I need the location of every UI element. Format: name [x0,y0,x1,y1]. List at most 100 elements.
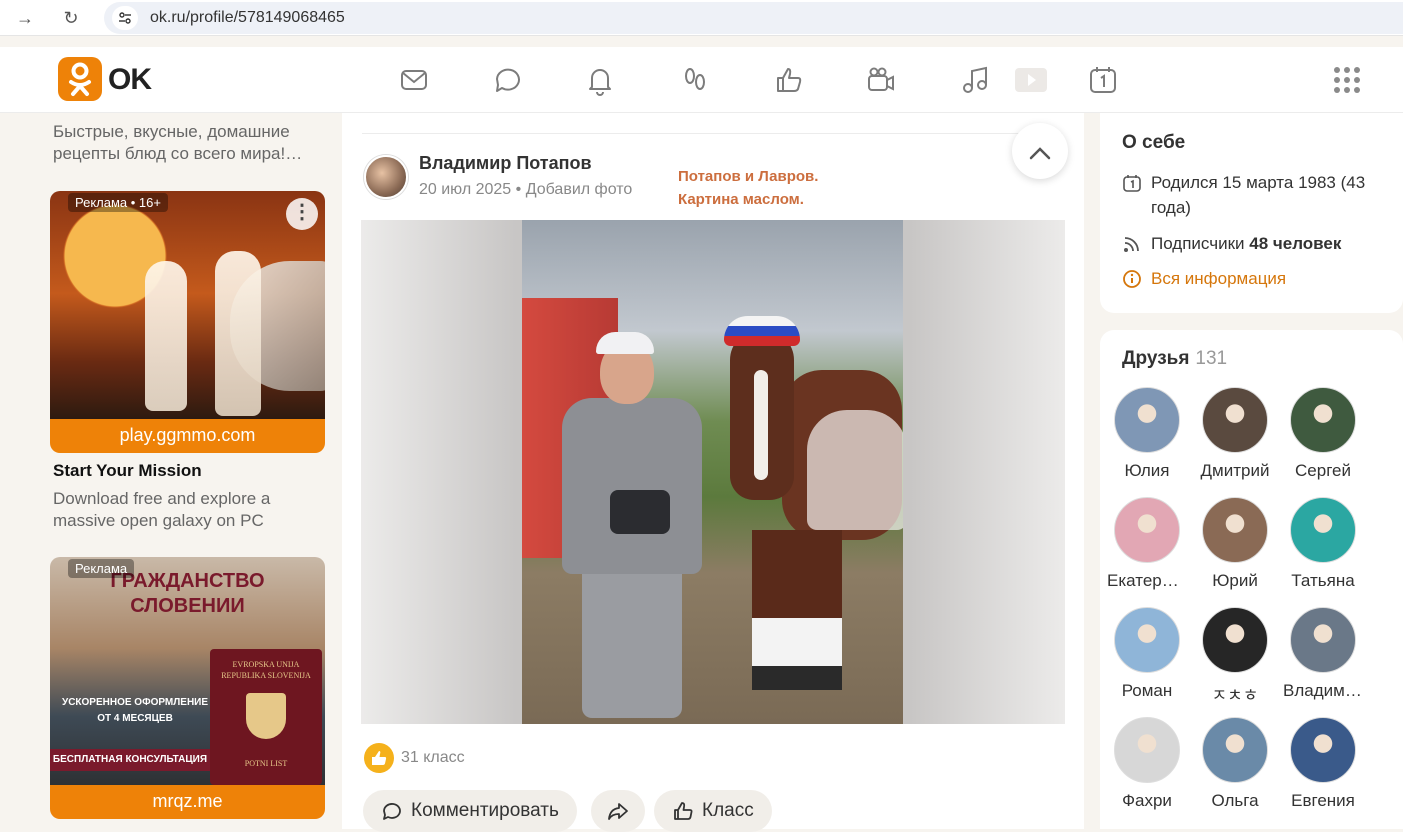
friend-name[interactable]: Евгения [1283,791,1363,811]
friends-title[interactable]: Друзья 131 [1122,348,1227,370]
friend-avatar[interactable] [1290,717,1356,783]
friend-item[interactable]: Дмитрий [1195,387,1275,481]
post-caption: Потапов и Лавров. Картина маслом. [678,168,819,208]
friend-item[interactable]: Владимир [1283,607,1363,701]
friend-item[interactable]: Юлия [1107,387,1187,481]
ad-domain[interactable]: play.ggmmo.com [50,419,325,453]
friend-item[interactable]: Татьяна [1283,497,1363,591]
friend-name[interactable]: Сергей [1283,461,1363,481]
passport-image: EVROPSKA UNIJA REPUBLIKA SLOVENIJA POTNI … [210,649,322,785]
friend-name[interactable]: Ольга [1195,791,1275,811]
ad-card-game[interactable]: Реклама • 16+ ⋮ play.ggmmo.com [50,191,325,453]
friend-item[interactable]: Юрий [1195,497,1275,591]
video-icon[interactable] [864,63,898,97]
friend-avatar[interactable] [1290,607,1356,673]
comment-button[interactable]: Комментировать [363,790,577,832]
promo-text[interactable]: Быстрые, вкусные, домашние рецепты блюд … [53,121,333,165]
ad-image[interactable]: ГРАЖДАНСТВО СЛОВЕНИИ УСКОРЕННОЕ ОФОРМЛЕН… [50,557,325,785]
about-title[interactable]: О себе [1122,132,1185,154]
guests-icon[interactable] [678,63,712,97]
friend-item[interactable]: Роман [1107,607,1187,701]
friend-avatar[interactable] [1202,497,1268,563]
friend-name[interactable]: Екатерина [1107,571,1187,591]
right-sidebar: О себе Родился 15 марта 1983 (43 года) П… [1085,113,1403,829]
ad-image[interactable] [50,191,325,419]
ad-badge: Реклама [68,559,135,578]
friend-item[interactable]: Фахри [1107,717,1187,811]
games-icon[interactable] [1014,63,1048,97]
more-options-icon[interactable]: ⋮ [286,198,318,230]
thumbs-up-outline-icon [674,802,693,820]
ad-description[interactable]: Download free and explore a massive open… [53,488,323,532]
ad-title[interactable]: Start Your Mission [53,461,202,481]
friend-name[interactable]: Роман [1107,681,1187,701]
music-icon[interactable] [958,63,992,97]
share-button[interactable] [591,790,645,832]
calendar-icon[interactable] [1086,63,1120,97]
friends-count: 131 [1195,348,1228,369]
post-author[interactable]: Владимир Потапов [419,153,592,174]
discussions-icon[interactable] [491,63,525,97]
reload-icon[interactable]: ↻ [58,6,84,30]
post-meta: 20 июл 2025 • Добавил фото [419,181,633,198]
friend-avatar[interactable] [1202,717,1268,783]
friends-card: Друзья 131 Юлия Дмитрий Сергей Екатерина Юрий… [1100,330,1403,829]
friend-avatar[interactable] [1114,497,1180,563]
ad-consult-banner: БЕСПЛАТНАЯ КОНСУЛЬТАЦИЯ [50,749,210,771]
divider [362,133,1062,134]
site-info-icon[interactable] [112,6,138,30]
post-photo-frame[interactable] [361,220,1065,724]
friend-name[interactable]: Дмитрий [1195,461,1275,481]
friend-name[interactable]: Владимир [1283,681,1363,701]
friend-avatar[interactable] [1114,607,1180,673]
scroll-up-button[interactable] [1012,123,1068,179]
subscribers-value[interactable]: 48 человек [1249,234,1341,253]
post-photo[interactable] [522,220,903,724]
like-button[interactable]: Класс [654,790,772,832]
info-icon [1123,270,1141,288]
all-info-text[interactable]: Вся информация [1151,266,1391,291]
post-action: Добавил фото [525,181,633,198]
browser-toolbar: → ↻ ok.ru/profile/578149068465 [0,0,1403,36]
friend-avatar[interactable] [1114,717,1180,783]
ad-card-citizenship[interactable]: ГРАЖДАНСТВО СЛОВЕНИИ УСКОРЕННОЕ ОФОРМЛЕН… [50,557,325,819]
notifications-icon[interactable] [583,63,617,97]
friend-avatar[interactable] [1202,607,1268,673]
like-label: Класс [702,800,754,821]
friend-name[interactable]: Татьяна [1283,571,1363,591]
ok-logo-text[interactable]: OK [108,63,152,97]
likes-count[interactable]: 31 класс [401,749,465,767]
post-date[interactable]: 20 июл 2025 [419,181,511,198]
forward-icon[interactable]: → [12,6,38,30]
friend-item[interactable]: ㅈㅊㅎ [1195,607,1275,706]
apps-grid-icon[interactable] [1334,67,1362,95]
friend-name[interactable]: Юлия [1107,461,1187,481]
address-bar[interactable]: ok.ru/profile/578149068465 [104,2,1403,34]
ok-logo-icon[interactable] [58,57,102,101]
about-card: О себе Родился 15 марта 1983 (43 года) П… [1100,113,1403,313]
friend-item[interactable]: Евгения [1283,717,1363,811]
ad-domain[interactable]: mrqz.me [50,785,325,819]
comment-icon [383,803,401,820]
friend-avatar[interactable] [1114,387,1180,453]
friend-avatar[interactable] [1202,387,1268,453]
friend-item[interactable]: Сергей [1283,387,1363,481]
ad-badge: Реклама • 16+ [68,193,168,212]
author-avatar[interactable] [364,155,408,199]
rss-icon [1124,237,1139,252]
messages-icon[interactable] [397,63,431,97]
calendar-icon [1123,175,1141,192]
chevron-up-icon [1029,147,1051,160]
friend-name[interactable]: ㅈㅊㅎ [1195,681,1275,706]
friend-item[interactable]: Екатерина [1107,497,1187,591]
friend-item[interactable]: Ольга [1195,717,1275,811]
friend-name[interactable]: Юрий [1195,571,1275,591]
comment-label: Комментировать [411,800,559,821]
friend-avatar[interactable] [1290,387,1356,453]
birthday-text: Родился 15 марта 1983 (43 года) [1151,173,1366,217]
url-text[interactable]: ok.ru/profile/578149068465 [150,9,345,27]
friend-name[interactable]: Фахри [1107,791,1187,811]
site-header: OK [0,47,1403,113]
friend-avatar[interactable] [1290,497,1356,563]
events-icon[interactable] [772,63,806,97]
